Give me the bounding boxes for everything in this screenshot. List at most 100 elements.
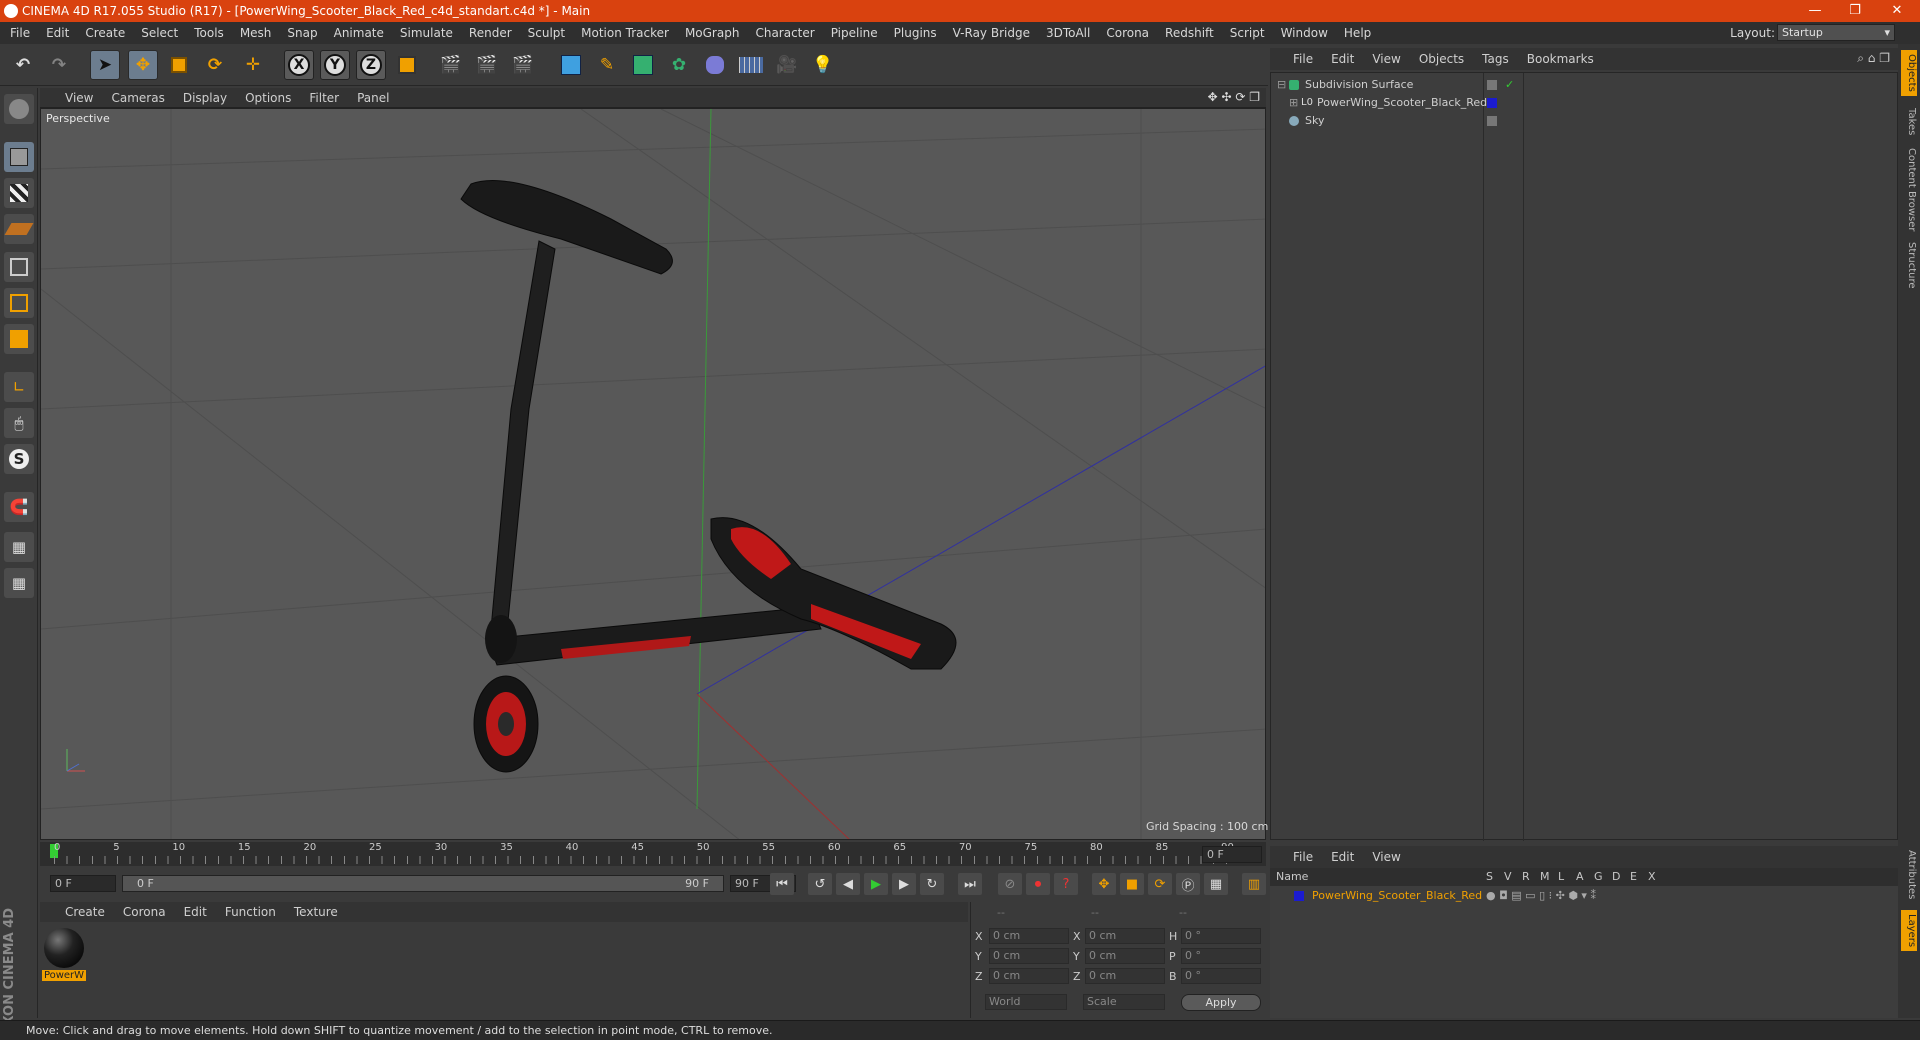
object-menu-view[interactable]: View	[1363, 48, 1409, 70]
tab-layers[interactable]: Layers	[1901, 910, 1917, 952]
axis-mode-button[interactable]: ∟	[4, 372, 34, 402]
make-editable-button[interactable]	[4, 94, 34, 124]
viewport-menu-options[interactable]: Options	[236, 88, 300, 108]
solo-mode-button[interactable]: S	[4, 444, 34, 474]
object-name[interactable]: Subdivision Surface	[1305, 75, 1413, 95]
workplane-mode-button[interactable]	[4, 214, 34, 244]
floor-button[interactable]	[736, 50, 766, 80]
menu-motion-tracker[interactable]: Motion Tracker	[573, 22, 677, 44]
menu-tools[interactable]: Tools	[186, 22, 232, 44]
polygons-mode-button[interactable]	[4, 324, 34, 354]
material-menu-edit[interactable]: Edit	[175, 902, 216, 922]
material-swatch[interactable]: PowerW	[42, 926, 86, 988]
y-axis-lock-button[interactable]: Y	[320, 50, 350, 80]
layer-tag-icon[interactable]	[1487, 116, 1497, 126]
select-tool-button[interactable]: ➤	[90, 50, 120, 80]
object-menu-tags[interactable]: Tags	[1473, 48, 1518, 70]
viewport-menu-view[interactable]: View	[56, 88, 102, 108]
menu-pipeline[interactable]: Pipeline	[823, 22, 886, 44]
previous-key-button[interactable]: ↺	[808, 873, 832, 895]
menu-vray-bridge[interactable]: V-Ray Bridge	[945, 22, 1038, 44]
layer-color-icon[interactable]	[1487, 98, 1497, 108]
cloner-button[interactable]: ✿	[664, 50, 694, 80]
key-scale-button[interactable]: ■	[1120, 873, 1144, 895]
timeline-button[interactable]: ▥	[1242, 873, 1266, 895]
menu-select[interactable]: Select	[133, 22, 186, 44]
layer-menu-edit[interactable]: Edit	[1322, 846, 1363, 868]
menu-redshift[interactable]: Redshift	[1157, 22, 1222, 44]
render-view-button[interactable]: 🎬	[436, 50, 466, 80]
undo-button[interactable]: ↶	[8, 50, 38, 80]
timeline-ruler[interactable]: 0 5 10 15 20 25 30 35 40 45 50 55 60 65 …	[40, 842, 1266, 866]
camera-button[interactable]: 🎥	[772, 50, 802, 80]
move-tool-button[interactable]: ✥	[128, 50, 158, 80]
object-manager-search-icons[interactable]: ⌕ ⌂ ❐	[1857, 51, 1890, 66]
next-key-button[interactable]: ↻	[920, 873, 944, 895]
go-to-start-button[interactable]: ⏮	[770, 873, 794, 895]
apply-button[interactable]: Apply	[1181, 994, 1261, 1011]
object-row[interactable]: ⊟ Subdivision Surface ✓	[1271, 75, 1899, 95]
material-menu-corona[interactable]: Corona	[114, 902, 175, 922]
rotate-tool-button[interactable]: ⟳	[200, 50, 230, 80]
object-menu-edit[interactable]: Edit	[1322, 48, 1363, 70]
cube-object-button[interactable]	[556, 50, 586, 80]
menu-animate[interactable]: Animate	[326, 22, 392, 44]
viewport-menu-panel[interactable]: Panel	[348, 88, 398, 108]
menu-character[interactable]: Character	[747, 22, 822, 44]
tab-structure[interactable]: Structure	[1901, 242, 1917, 289]
size-y-field[interactable]: 0 cm	[1085, 948, 1165, 964]
enabled-check-icon[interactable]: ✓	[1505, 75, 1514, 95]
render-settings-button[interactable]: 🎬	[508, 50, 538, 80]
object-menu-bookmarks[interactable]: Bookmarks	[1518, 48, 1603, 70]
snap-button[interactable]: 🧲	[4, 492, 34, 522]
material-menu-function[interactable]: Function	[216, 902, 285, 922]
subdivision-surface-button[interactable]	[628, 50, 658, 80]
menu-window[interactable]: Window	[1273, 22, 1336, 44]
key-rotation-button[interactable]: ⟳	[1148, 873, 1172, 895]
play-button[interactable]: ▶	[864, 873, 888, 895]
menu-snap[interactable]: Snap	[279, 22, 325, 44]
light-button[interactable]: 💡	[808, 50, 838, 80]
menu-plugins[interactable]: Plugins	[886, 22, 945, 44]
record-button[interactable]: ⏺	[1026, 873, 1050, 895]
z-axis-lock-button[interactable]: Z	[356, 50, 386, 80]
position-x-field[interactable]: 0 cm	[989, 928, 1069, 944]
menu-create[interactable]: Create	[77, 22, 133, 44]
menu-file[interactable]: File	[2, 22, 38, 44]
viewport-menu-cameras[interactable]: Cameras	[102, 88, 173, 108]
edges-mode-button[interactable]	[4, 288, 34, 318]
tab-objects[interactable]: Objects	[1901, 50, 1917, 96]
rotation-b-field[interactable]: 0 °	[1181, 968, 1261, 984]
texture-mode-button[interactable]	[4, 178, 34, 208]
model-mode-button[interactable]	[4, 142, 34, 172]
layer-tag-icon[interactable]	[1487, 80, 1497, 90]
tweak-mode-button[interactable]: 🖱	[4, 408, 34, 438]
menu-mesh[interactable]: Mesh	[232, 22, 280, 44]
x-axis-lock-button[interactable]: X	[284, 50, 314, 80]
tab-attributes[interactable]: Attributes	[1901, 850, 1917, 899]
spline-pen-button[interactable]: ✎	[592, 50, 622, 80]
start-frame-field[interactable]: 0 F	[50, 875, 116, 892]
scale-tool-button[interactable]	[164, 50, 194, 80]
tab-takes[interactable]: Takes	[1901, 108, 1917, 135]
deformer-button[interactable]	[700, 50, 730, 80]
viewport-menu-display[interactable]: Display	[174, 88, 236, 108]
menu-script[interactable]: Script	[1222, 22, 1273, 44]
transform-tool-button[interactable]: ✛	[238, 50, 268, 80]
material-menu-create[interactable]: Create	[56, 902, 114, 922]
menu-3dtoall[interactable]: 3DToAll	[1038, 22, 1098, 44]
minimize-button[interactable]: —	[1800, 2, 1830, 20]
redo-button[interactable]: ↷	[44, 50, 74, 80]
object-name[interactable]: PowerWing_Scooter_Black_Red	[1317, 93, 1487, 113]
perspective-viewport[interactable]	[40, 108, 1266, 840]
restore-button[interactable]: ❐	[1840, 2, 1870, 20]
motion-record-button[interactable]: ⊘	[998, 873, 1022, 895]
menu-help[interactable]: Help	[1336, 22, 1379, 44]
coordinate-system-button[interactable]	[392, 50, 422, 80]
size-x-field[interactable]: 0 cm	[1085, 928, 1165, 944]
layer-color-swatch[interactable]	[1294, 891, 1304, 901]
autokey-button[interactable]: ?	[1054, 873, 1078, 895]
render-picture-viewer-button[interactable]: 🎬	[472, 50, 502, 80]
go-to-end-button[interactable]: ⏭	[958, 873, 982, 895]
menu-corona[interactable]: Corona	[1098, 22, 1157, 44]
